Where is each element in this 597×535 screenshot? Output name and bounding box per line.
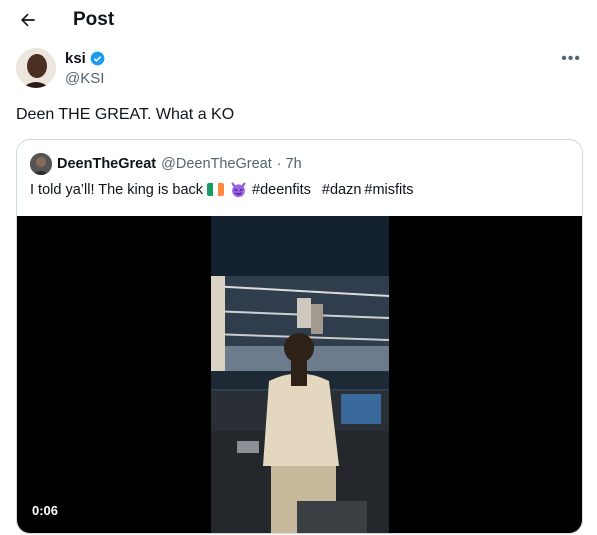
hashtag[interactable]: #dazn xyxy=(322,182,362,198)
author-name[interactable]: ksi xyxy=(65,50,105,67)
quote-author-name[interactable]: DeenTheGreat xyxy=(57,156,156,172)
irish-flag-emoji xyxy=(207,183,225,196)
quote-text: I told ya’ll! The king is back #deenfits… xyxy=(30,181,414,198)
hashtag[interactable]: #deenfits xyxy=(252,182,311,198)
video-player[interactable]: 0:06 xyxy=(17,216,582,533)
quote-author-handle[interactable]: @DeenTheGreat xyxy=(161,156,272,172)
video-frame xyxy=(211,216,389,533)
tweet-text: Deen THE GREAT. What a KO xyxy=(16,106,235,123)
more-icon[interactable]: ••• xyxy=(561,50,581,68)
back-arrow-icon xyxy=(21,13,35,27)
quote-time[interactable]: · 7h xyxy=(277,156,302,172)
quote-author-avatar[interactable] xyxy=(30,153,52,175)
devil-emoji xyxy=(231,182,246,198)
quote-text-body: I told ya’ll! The king is back xyxy=(30,181,204,198)
hashtag[interactable]: #misfits xyxy=(364,182,413,198)
page-title: Post xyxy=(73,9,115,30)
quote-header: DeenTheGreat @DeenTheGreat · 7h xyxy=(30,153,302,175)
author-name-text[interactable]: ksi xyxy=(65,50,86,67)
quoted-tweet[interactable]: DeenTheGreat @DeenTheGreat · 7h I told y… xyxy=(16,139,583,534)
verified-badge-icon xyxy=(90,51,105,66)
author-handle[interactable]: @KSI xyxy=(65,70,104,87)
back-button[interactable] xyxy=(14,6,42,34)
author-avatar[interactable] xyxy=(16,48,56,88)
video-timestamp: 0:06 xyxy=(32,503,59,518)
top-bar: Post xyxy=(0,0,597,42)
